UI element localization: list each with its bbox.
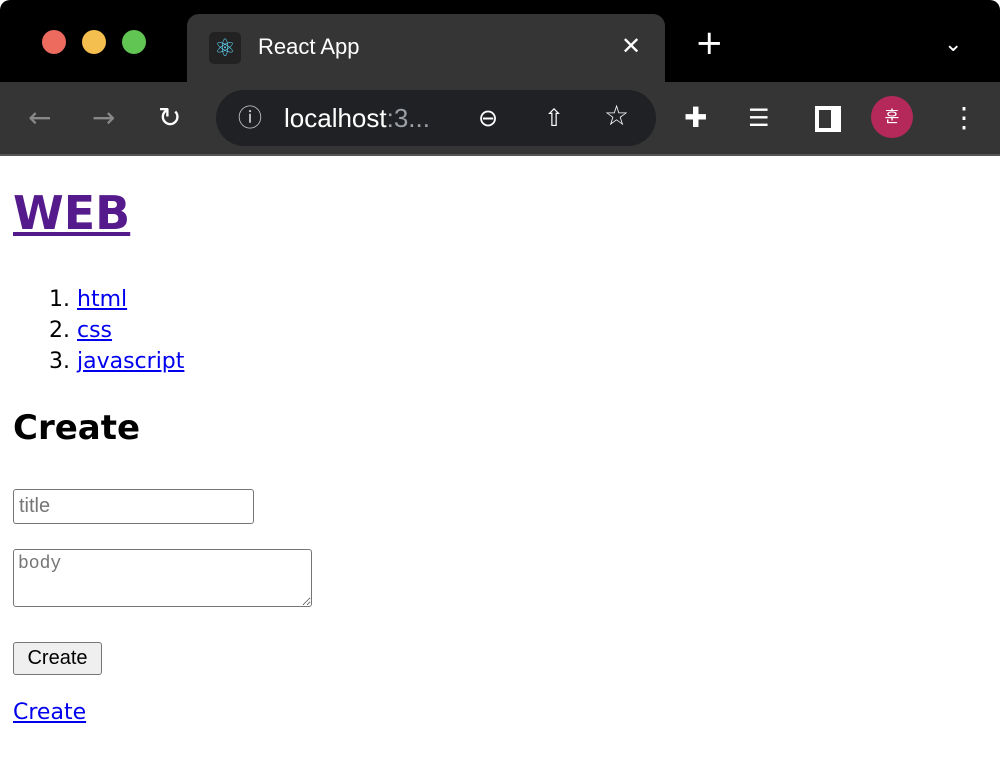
star-icon[interactable]: ☆ (604, 100, 629, 132)
list-item: css (77, 315, 313, 346)
side-panel-icon[interactable] (815, 106, 841, 132)
info-icon[interactable]: ⓘ (238, 102, 262, 134)
reload-icon[interactable]: ↻ (158, 102, 181, 134)
maximize-window-button[interactable] (122, 30, 146, 54)
tab-title: React App (258, 34, 360, 59)
topic-link-css[interactable]: css (77, 318, 112, 343)
share-icon[interactable]: ⇧ (544, 102, 564, 134)
forward-icon[interactable]: → (92, 102, 115, 134)
create-submit-button[interactable]: Create (13, 642, 102, 675)
page-title: WEB (13, 186, 130, 240)
address-bar[interactable]: ⓘ localhost:3... ⊖ ⇧ ☆ (216, 90, 656, 146)
zoom-out-icon[interactable]: ⊖ (478, 102, 498, 134)
minimize-window-button[interactable] (82, 30, 106, 54)
toolbar: ← → ↻ ⓘ localhost:3... ⊖ ⇧ ☆ ✚ ☰ 훈 ⋮ (0, 82, 1000, 156)
title-input[interactable] (13, 489, 254, 524)
tab-react-app[interactable]: ⚛ React App ✕ (187, 14, 665, 84)
url-text: localhost:3... (284, 103, 430, 133)
close-window-button[interactable] (42, 30, 66, 54)
list-item: html (77, 284, 313, 315)
react-icon: ⚛ (209, 32, 241, 64)
home-link[interactable]: WEB (13, 186, 130, 240)
form-heading: Create (13, 408, 141, 448)
create-link[interactable]: Create (13, 700, 86, 725)
body-textarea[interactable] (13, 549, 312, 607)
avatar[interactable]: 훈 (871, 96, 913, 138)
topic-list: html css javascript (13, 284, 313, 377)
tab-close-icon[interactable]: ✕ (621, 32, 641, 60)
topic-link-javascript[interactable]: javascript (77, 349, 184, 374)
topic-link-html[interactable]: html (77, 287, 127, 312)
browser-chrome: ⚛ React App ✕ + ⌄ ← → ↻ ⓘ localhost:3...… (0, 0, 1000, 156)
back-icon[interactable]: ← (28, 102, 51, 134)
list-item: javascript (77, 346, 313, 377)
menu-icon[interactable]: ⋮ (950, 102, 978, 134)
extensions-icon[interactable]: ✚ (684, 102, 707, 134)
media-icon[interactable]: ☰ (748, 102, 770, 134)
new-tab-icon[interactable]: + (695, 26, 724, 60)
chevron-down-icon[interactable]: ⌄ (944, 32, 962, 57)
